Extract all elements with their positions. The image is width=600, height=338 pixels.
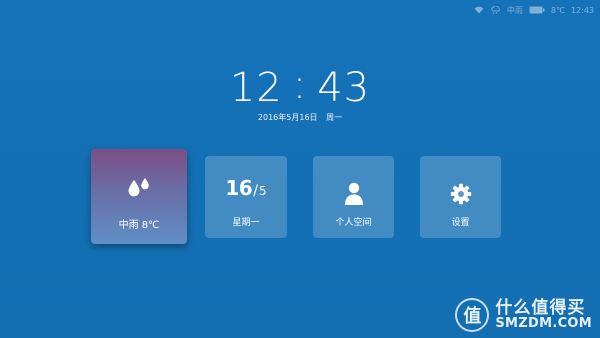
calendar-label: 星期一 [232,218,260,228]
status-bar: 中雨 8℃ 12:43 [474,3,594,17]
date-text: 2016年5月16日 [257,113,318,122]
calendar-tile[interactable]: 16/5 星期一 [205,156,287,238]
settings-label: 设置 [451,218,470,228]
smzdm-logo-char: 值 [463,306,482,327]
settings-tile[interactable]: 设置 [420,156,501,238]
gear-icon [420,182,501,206]
personal-space-label: 个人空间 [335,218,372,228]
smzdm-title: 什么值得买 [495,297,586,318]
clock-minutes: 43 [317,65,371,111]
clock: 12:43 [0,62,600,112]
calendar-day: 16 [225,176,253,200]
status-time: 12:43 [570,5,594,15]
smzdm-site: SMZDM.COM [495,316,592,332]
weekday-text: 周一 [326,113,343,122]
cloud-rain-icon [490,5,501,15]
raindrops-icon [91,176,187,200]
battery-icon [529,6,545,14]
smzdm-text: 什么值得买 SMZDM.COM [495,297,592,332]
weather-tile[interactable]: 中雨 8℃ [91,149,187,244]
status-weather: 中雨 [506,5,523,15]
clock-separator: : [292,62,308,108]
smzdm-logo: 值 [455,298,490,332]
clock-hours: 12 [229,65,283,111]
person-icon [313,182,394,206]
calendar-date: 16/5 [205,176,287,204]
calendar-separator: / [253,183,258,199]
personal-space-tile[interactable]: 个人空间 [313,156,394,238]
status-temperature: 8℃ [550,5,565,15]
calendar-month: 5 [258,184,267,198]
smzdm-watermark: 值 什么值得买 SMZDM.COM [455,298,592,332]
weather-label: 中雨 8℃ [118,220,160,231]
wifi-icon [474,6,484,14]
date-line: 2016年5月16日 周一 [0,112,600,123]
home-screen: 中雨 8℃ 12:43 12:43 2016年5月16日 周一 中雨 8℃ 16… [0,0,600,338]
